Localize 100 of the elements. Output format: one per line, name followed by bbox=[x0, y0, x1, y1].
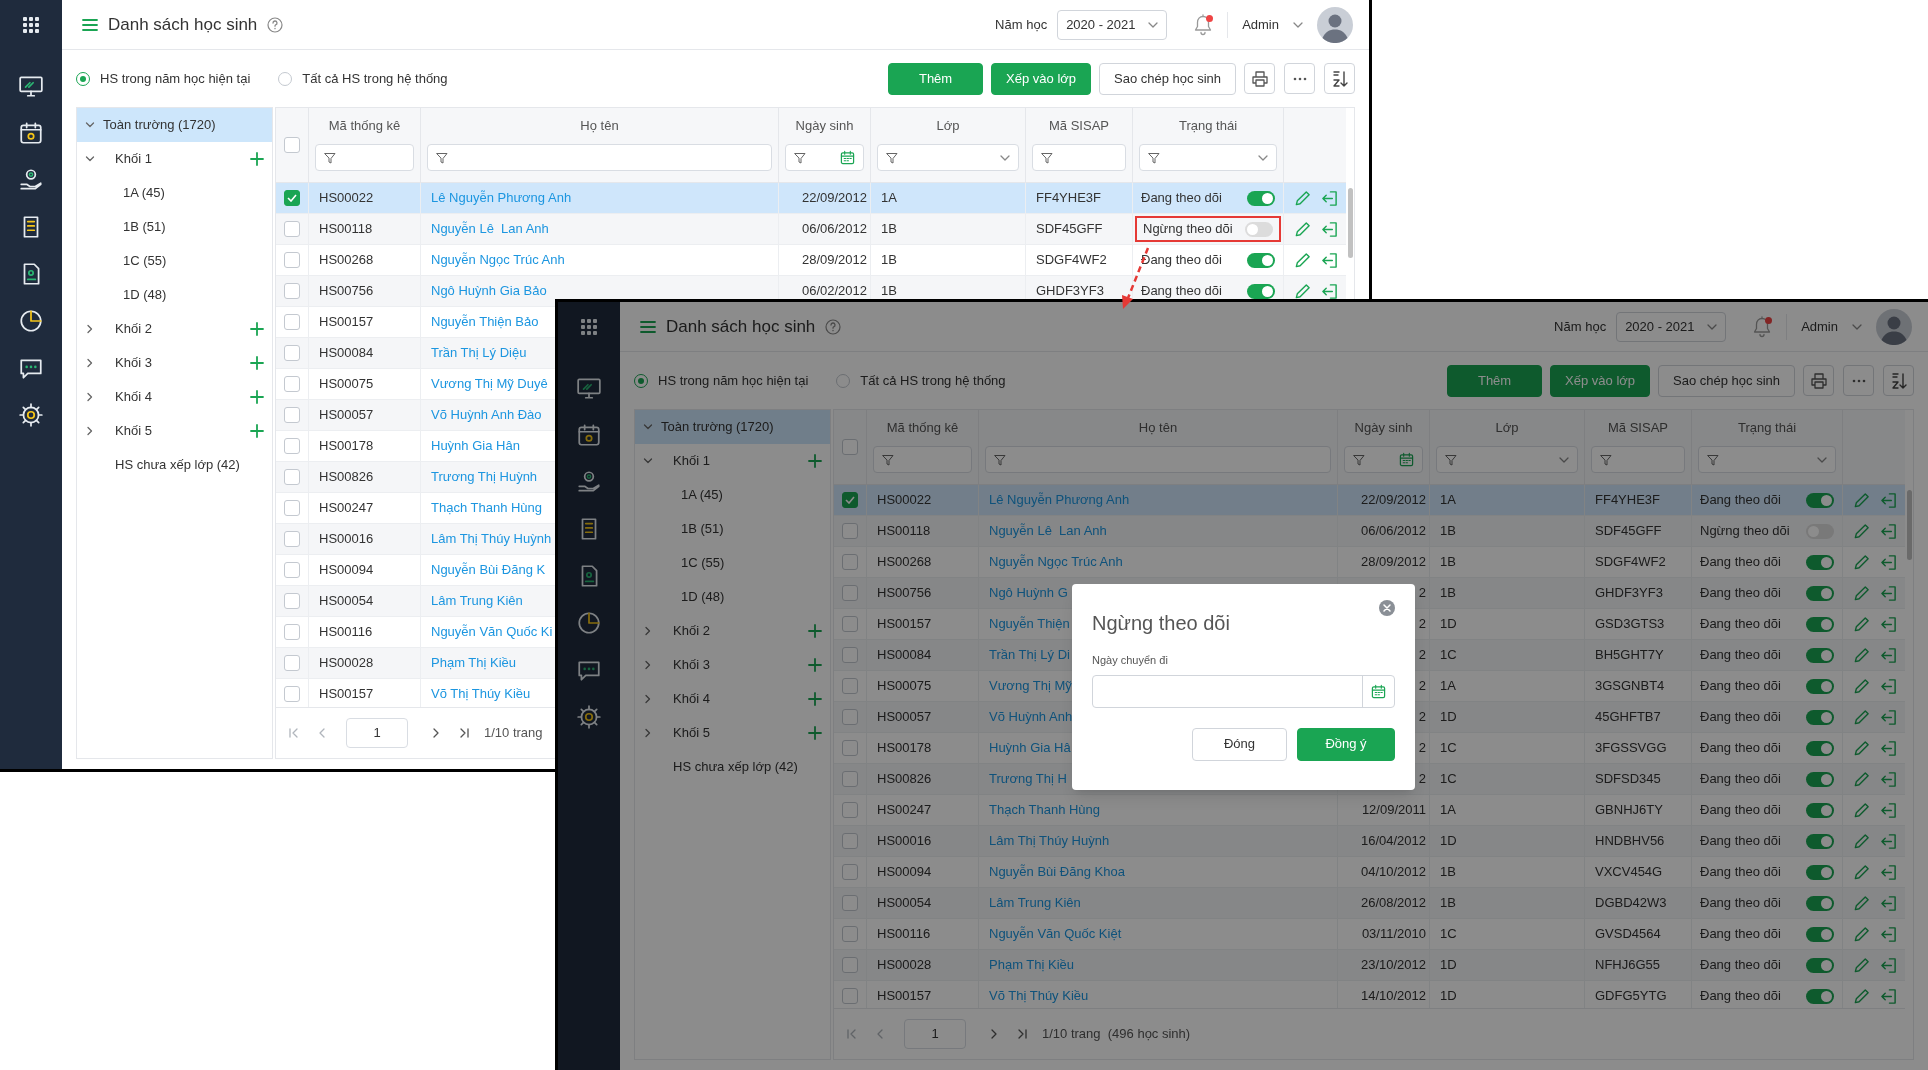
student-name-link[interactable]: Nguyễn Văn Quốc Ki bbox=[431, 622, 553, 642]
chevron-right-icon[interactable] bbox=[643, 626, 653, 636]
checkbox[interactable] bbox=[842, 709, 858, 725]
student-name-link[interactable]: Võ Huỳnh Anh bbox=[989, 707, 1073, 727]
checkbox[interactable] bbox=[284, 531, 300, 547]
toggle-switch[interactable] bbox=[1806, 895, 1834, 911]
menu-icon[interactable] bbox=[82, 18, 98, 31]
filter-field[interactable] bbox=[427, 144, 772, 171]
first-page-icon[interactable] bbox=[288, 727, 300, 739]
checkbox[interactable] bbox=[842, 647, 858, 663]
checkbox[interactable] bbox=[284, 345, 300, 361]
tree-item[interactable]: Khối 1 bbox=[635, 444, 830, 478]
toggle-switch[interactable] bbox=[1247, 190, 1275, 206]
edit-icon[interactable] bbox=[1294, 282, 1311, 300]
student-name-link[interactable]: Ngô Huỳnh Gia Bảo bbox=[431, 281, 547, 301]
toggle-switch[interactable] bbox=[1806, 957, 1834, 973]
student-name-link[interactable]: Trần Thị Lý Di bbox=[989, 645, 1070, 665]
chevron-down-icon[interactable] bbox=[85, 154, 95, 164]
add-icon[interactable] bbox=[808, 726, 822, 740]
student-name-link[interactable]: Võ Thị Thúy Kiều bbox=[989, 986, 1089, 1006]
tree-item[interactable]: HS chưa xếp lớp (42) bbox=[635, 750, 830, 784]
chevron-right-icon[interactable] bbox=[643, 694, 653, 704]
checkbox[interactable] bbox=[842, 554, 858, 570]
last-page-icon[interactable] bbox=[1016, 1028, 1028, 1040]
toggle-switch[interactable] bbox=[1806, 864, 1834, 880]
toggle-switch[interactable] bbox=[1806, 833, 1834, 849]
sort-button[interactable] bbox=[1883, 365, 1914, 396]
bell-icon[interactable] bbox=[1752, 315, 1773, 338]
secondary-button[interactable]: Sao chép học sinh bbox=[1099, 62, 1236, 95]
filter-field[interactable] bbox=[785, 144, 864, 171]
student-name-link[interactable]: Huỳnh Gia Hân bbox=[431, 436, 520, 456]
tree-item[interactable]: 1D (48) bbox=[77, 278, 272, 312]
checkbox[interactable] bbox=[284, 221, 300, 237]
checkbox[interactable] bbox=[842, 678, 858, 694]
radio-button[interactable] bbox=[836, 373, 851, 388]
chevron-right-icon[interactable] bbox=[85, 426, 95, 436]
tree-item[interactable]: Khối 2 bbox=[635, 614, 830, 648]
exit-icon[interactable] bbox=[1321, 282, 1338, 300]
tree-item[interactable]: Khối 5 bbox=[77, 414, 272, 448]
checkbox[interactable] bbox=[284, 137, 300, 153]
primary-button[interactable]: Thêm bbox=[1447, 364, 1543, 397]
toggle-switch[interactable] bbox=[1806, 926, 1834, 942]
checkbox[interactable] bbox=[284, 376, 300, 392]
pie-chart-icon[interactable] bbox=[18, 307, 44, 334]
school-year-select[interactable]: 2020 - 2021 bbox=[1616, 311, 1727, 342]
settings-icon[interactable] bbox=[18, 401, 44, 428]
checkbox[interactable] bbox=[284, 407, 300, 423]
add-icon[interactable] bbox=[808, 658, 822, 672]
checkbox[interactable] bbox=[284, 593, 300, 609]
student-name-link[interactable]: Lâm Trung Kiên bbox=[431, 591, 523, 611]
filter-field[interactable] bbox=[1139, 144, 1277, 171]
checkbox[interactable] bbox=[284, 314, 300, 330]
checkbox[interactable] bbox=[284, 562, 300, 578]
student-name-link[interactable]: Nguyễn Lê Lan Anh bbox=[989, 521, 1107, 541]
tree-item[interactable]: Toàn trường (1720) bbox=[77, 108, 272, 142]
radio-option[interactable]: Tất cả HS trong hệ thống bbox=[278, 68, 448, 89]
student-name-link[interactable]: Lâm Thị Thúy Huỳnh bbox=[989, 831, 1110, 851]
cancel-button[interactable]: Đóng bbox=[1192, 727, 1287, 761]
chevron-right-icon[interactable] bbox=[643, 728, 653, 738]
student-name-link[interactable]: Trương Thị Huỳnh bbox=[431, 467, 538, 487]
radio-option[interactable]: Tất cả HS trong hệ thống bbox=[836, 370, 1006, 391]
checkbox[interactable] bbox=[842, 802, 858, 818]
filter-field[interactable] bbox=[1436, 446, 1578, 473]
checkbox[interactable] bbox=[842, 833, 858, 849]
bell-icon[interactable] bbox=[1193, 13, 1214, 36]
menu-icon[interactable] bbox=[640, 320, 656, 333]
filter-field[interactable] bbox=[877, 144, 1019, 171]
toggle-switch[interactable] bbox=[1245, 221, 1273, 237]
coin-hand-icon[interactable] bbox=[18, 166, 44, 193]
chevron-down-icon[interactable] bbox=[643, 456, 653, 466]
filter-field[interactable] bbox=[985, 446, 1331, 473]
student-name-link[interactable]: Lê Nguyễn Phương Anh bbox=[989, 490, 1130, 510]
checkbox[interactable] bbox=[284, 252, 300, 268]
student-name-link[interactable]: Ngô Huỳnh G bbox=[989, 583, 1068, 603]
checkbox[interactable] bbox=[842, 926, 858, 942]
checkbox[interactable] bbox=[842, 895, 858, 911]
scrollbar[interactable] bbox=[1907, 490, 1912, 560]
page-input[interactable]: 1 bbox=[904, 1019, 966, 1049]
tree-item[interactable]: Khối 1 bbox=[77, 142, 272, 176]
user-menu[interactable]: Admin bbox=[1801, 316, 1862, 337]
checkbox[interactable] bbox=[284, 190, 300, 206]
add-icon[interactable] bbox=[808, 624, 822, 638]
student-name-link[interactable]: Lê Nguyễn Phương Anh bbox=[431, 188, 572, 208]
primary-button[interactable]: Thêm bbox=[888, 62, 984, 95]
tree-item[interactable]: 1A (45) bbox=[635, 478, 830, 512]
toggle-switch[interactable] bbox=[1806, 647, 1834, 663]
radio-button[interactable] bbox=[76, 71, 90, 86]
add-icon[interactable] bbox=[250, 152, 264, 166]
tree-item[interactable]: Khối 5 bbox=[635, 716, 830, 750]
chevron-right-icon[interactable] bbox=[85, 392, 95, 402]
student-name-link[interactable]: Thạch Thanh Hùng bbox=[431, 498, 543, 518]
tree-item[interactable]: 1B (51) bbox=[635, 512, 830, 546]
print-button[interactable] bbox=[1803, 365, 1834, 396]
tree-item[interactable]: Khối 3 bbox=[635, 648, 830, 682]
checkbox[interactable] bbox=[842, 523, 858, 539]
tree-item[interactable]: Khối 4 bbox=[635, 682, 830, 716]
radio-option[interactable]: HS trong năm học hiện tại bbox=[634, 370, 809, 391]
add-icon[interactable] bbox=[250, 390, 264, 404]
checkbox[interactable] bbox=[842, 864, 858, 880]
checkbox[interactable] bbox=[842, 585, 858, 601]
